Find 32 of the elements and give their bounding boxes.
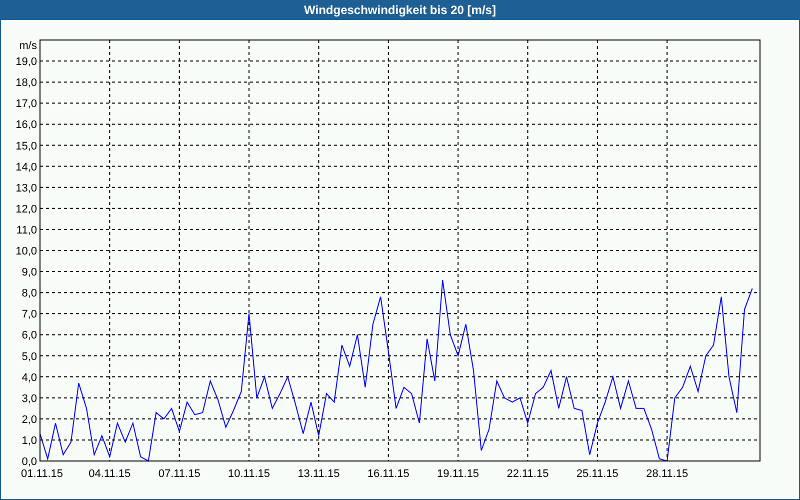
y-tick-label: 7,0 <box>22 308 37 321</box>
y-tick-label: 17,0 <box>16 98 37 110</box>
y-tick-label: 19,0 <box>16 56 37 68</box>
y-tick-label: 6,0 <box>22 330 37 342</box>
x-tick-label: 19.11.15 <box>437 468 480 480</box>
y-tick-label: 9,0 <box>22 266 37 279</box>
x-tick-label: 04.11.15 <box>88 468 131 480</box>
y-tick-label: 5,0 <box>22 350 37 363</box>
window-title: Windgeschwindigkeit bis 20 [m/s] <box>303 2 497 19</box>
y-tick-label: 4,0 <box>22 372 37 384</box>
y-tick-label: 12,0 <box>16 203 37 216</box>
y-tick-label: 14,0 <box>16 161 37 174</box>
y-tick-label: 1,0 <box>22 434 37 447</box>
x-tick-label: 22.11.15 <box>506 468 549 480</box>
y-tick-label: 0,0 <box>22 456 37 468</box>
y-tick-label: 16,0 <box>16 119 37 132</box>
x-tick-label: 07.11.15 <box>158 468 200 480</box>
y-tick-label: 18,0 <box>16 77 37 90</box>
x-tick-label: 13.11.15 <box>298 468 340 480</box>
x-tick-label: 25.11.15 <box>576 468 618 480</box>
y-tick-label: 2,0 <box>22 414 37 426</box>
y-tick-label: 15,0 <box>16 140 37 152</box>
y-tick-label: 13,0 <box>16 182 37 194</box>
y-axis-label: m/s <box>19 40 37 52</box>
y-tick-label: 8,0 <box>22 288 37 300</box>
x-tick-label: 01.11.15 <box>21 468 63 480</box>
y-tick-label: 10,0 <box>16 246 37 258</box>
x-tick-label: 16.11.15 <box>367 468 410 480</box>
x-tick-label: 28.11.15 <box>646 468 688 480</box>
x-tick-label: 10.11.15 <box>228 468 270 480</box>
y-tick-label: 3,0 <box>22 392 37 405</box>
y-tick-label: 11,0 <box>16 224 37 236</box>
